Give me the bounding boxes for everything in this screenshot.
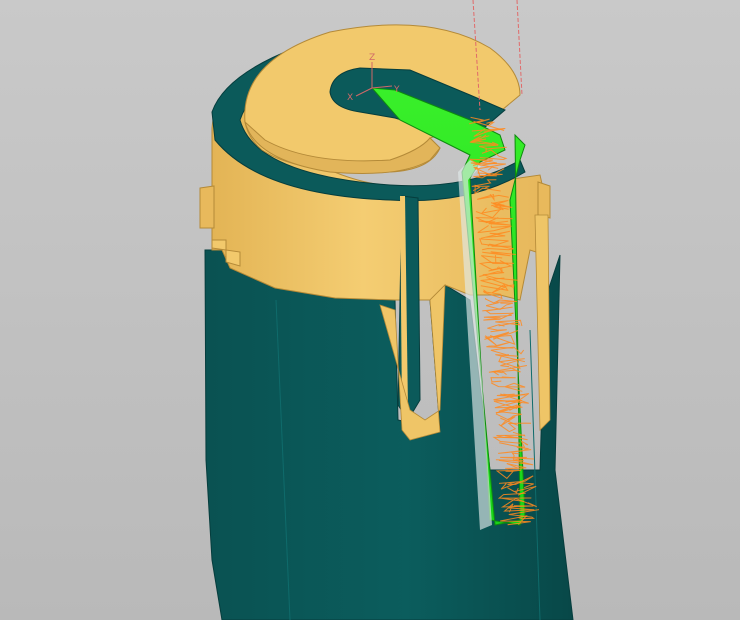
x-axis-label: X — [347, 93, 353, 103]
toolpath-segment — [491, 370, 507, 376]
collar-tab-left[interactable] — [199, 185, 215, 229]
toolpath-segment — [495, 354, 526, 363]
z-axis-label: Z — [369, 53, 375, 63]
toolpath-segment — [482, 306, 514, 315]
collar-tab-right[interactable] — [537, 181, 551, 219]
toolpath-segment — [487, 324, 507, 333]
toolpath-segment — [485, 302, 514, 310]
toolpath-segment — [491, 382, 526, 392]
toolpath-segment — [484, 330, 519, 340]
toolpath-segment — [484, 334, 516, 346]
toolpath-segment — [484, 297, 517, 304]
toolpath-segment — [483, 312, 514, 321]
toolpath-segment — [498, 456, 535, 466]
slot-right-edge — [534, 214, 551, 431]
y-axis-label: Y — [393, 85, 400, 95]
cad-model-canvas[interactable]: Z Y X — [0, 0, 740, 620]
toolpath-segment — [498, 446, 532, 454]
toolpath-segment — [490, 346, 525, 356]
cad-3d-viewport[interactable]: Z Y X — [0, 0, 740, 620]
toolpath-segment — [500, 416, 519, 427]
toolpath-segment — [490, 376, 516, 383]
